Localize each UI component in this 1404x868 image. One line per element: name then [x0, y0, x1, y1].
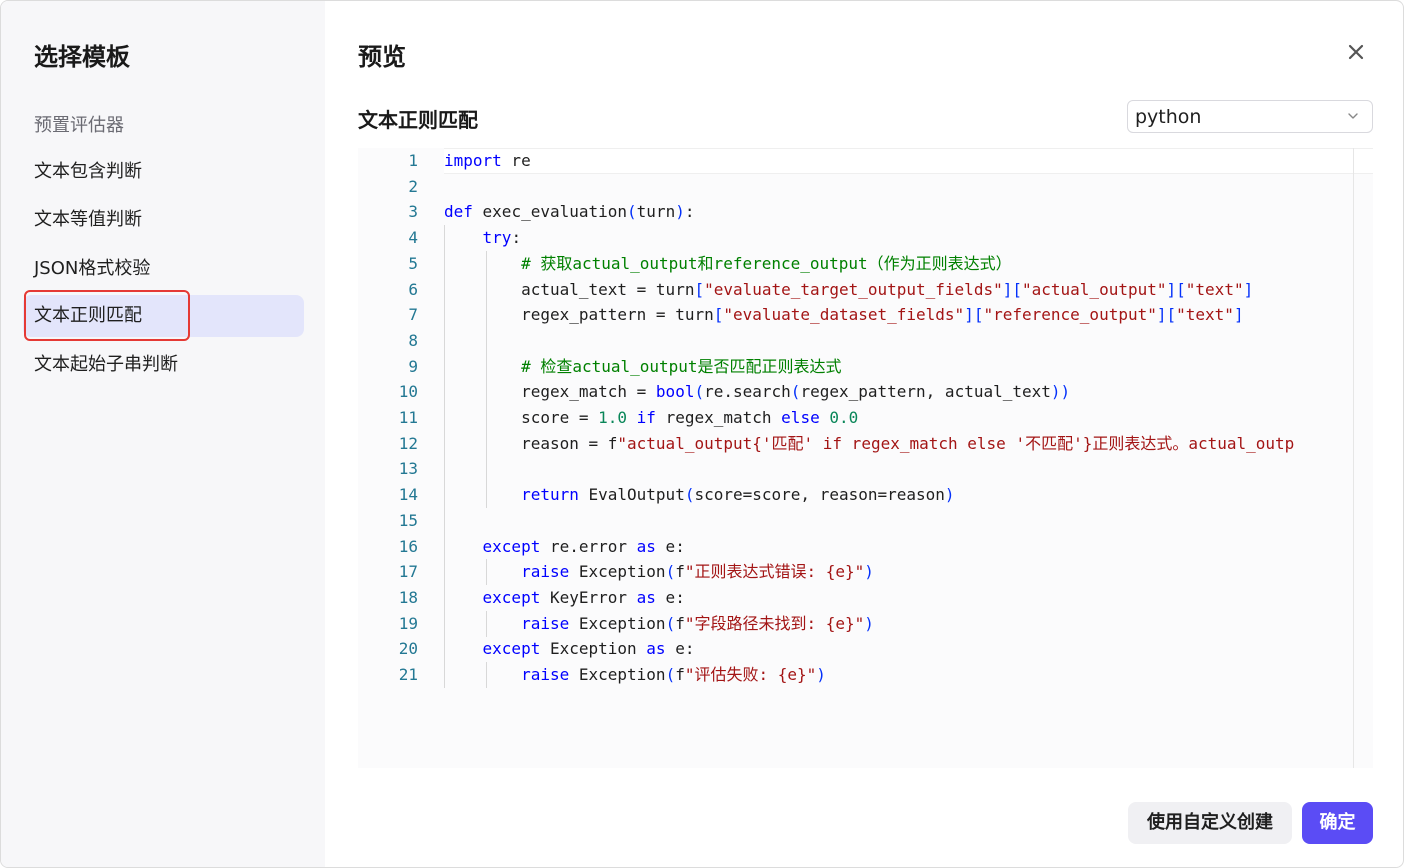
close-icon: [1348, 44, 1364, 60]
line-number: 2: [408, 176, 418, 196]
sidebar-section-label: 预置评估器: [34, 115, 124, 136]
line-number: 19: [398, 613, 418, 633]
line-number: 12: [398, 433, 418, 453]
line-number: 13: [398, 459, 418, 479]
code-line: except Exception as e:: [482, 639, 695, 659]
line-number: 14: [398, 485, 418, 505]
language-select[interactable]: python: [1127, 100, 1373, 133]
preview-title: 预览: [358, 43, 406, 71]
line-number: 20: [398, 639, 418, 659]
sidebar: 选择模板 预置评估器 文本包含判断 文本等值判断 JSON格式校验 文本正则匹配…: [1, 1, 325, 867]
code-line: score = 1.0 if regex_match else 0.0: [444, 408, 859, 427]
sidebar-item-json-validate[interactable]: JSON格式校验: [23, 248, 304, 290]
confirm-button[interactable]: 确定: [1302, 802, 1373, 844]
line-number: 8: [408, 330, 418, 350]
code-line: except re.error as e:: [482, 536, 685, 556]
line-number: 6: [408, 279, 418, 299]
line-number: 21: [398, 665, 418, 684]
line-number: 4: [408, 228, 418, 248]
template-name-title: 文本正则匹配: [358, 108, 478, 132]
sidebar-item-starts-with[interactable]: 文本起始子串判断: [23, 344, 304, 386]
line-number: 5: [408, 253, 418, 273]
line-number: 10: [398, 382, 418, 402]
line-number: 3: [408, 202, 418, 222]
line-number: 7: [408, 305, 418, 325]
code-line: regex_pattern = turn["evaluate_dataset_f…: [444, 305, 1244, 325]
code-line: regex_match = bool(re.search(regex_patte…: [444, 382, 1071, 402]
current-line-highlight: [444, 148, 1373, 174]
line-number: 15: [398, 510, 418, 530]
line-number: 16: [398, 536, 418, 556]
code-line: # 获取actual_output和reference_output（作为正则表…: [521, 253, 1012, 273]
code-line: except KeyError as e:: [482, 587, 685, 607]
code-editor[interactable]: 1 2 3 4 5 6 7 8 9 10 11 12 13 14 15 16 1…: [358, 148, 1373, 768]
language-select-value: python: [1135, 105, 1202, 128]
code-line: return EvalOutput(score=score, reason=re…: [521, 485, 955, 505]
code-line: reason = f"actual_output{'匹配' if regex_m…: [444, 433, 1295, 453]
line-number: 17: [398, 562, 418, 582]
line-number: 11: [398, 408, 418, 427]
code-line: raise Exception(f"字段路径未找到: {e}"): [521, 613, 874, 633]
line-number: 18: [398, 587, 418, 607]
line-number: 1: [408, 151, 418, 170]
code-line: try:: [482, 228, 522, 248]
sidebar-item-text-equals[interactable]: 文本等值判断: [23, 199, 304, 241]
editor-scroll-ruler: [1353, 148, 1354, 768]
code-line: raise Exception(f"评估失败: {e}"): [521, 665, 826, 684]
code-line: raise Exception(f"正则表达式错误: {e}"): [521, 562, 874, 582]
template-modal: 选择模板 预置评估器 文本包含判断 文本等值判断 JSON格式校验 文本正则匹配…: [0, 0, 1404, 868]
code-line: import re: [444, 151, 531, 170]
code-line: def exec_evaluation(turn):: [444, 202, 695, 222]
close-button[interactable]: [1341, 37, 1371, 67]
sidebar-title: 选择模板: [34, 43, 130, 71]
create-custom-button[interactable]: 使用自定义创建: [1128, 802, 1292, 844]
chevron-down-icon: [1348, 113, 1358, 119]
sidebar-item-regex-match[interactable]: 文本正则匹配: [23, 295, 304, 337]
line-number: 9: [408, 356, 418, 376]
code-line: # 检查actual_output是否匹配正则表达式: [521, 356, 842, 376]
sidebar-item-text-contains[interactable]: 文本包含判断: [23, 151, 304, 193]
code-line: actual_text = turn["evaluate_target_outp…: [444, 279, 1254, 299]
